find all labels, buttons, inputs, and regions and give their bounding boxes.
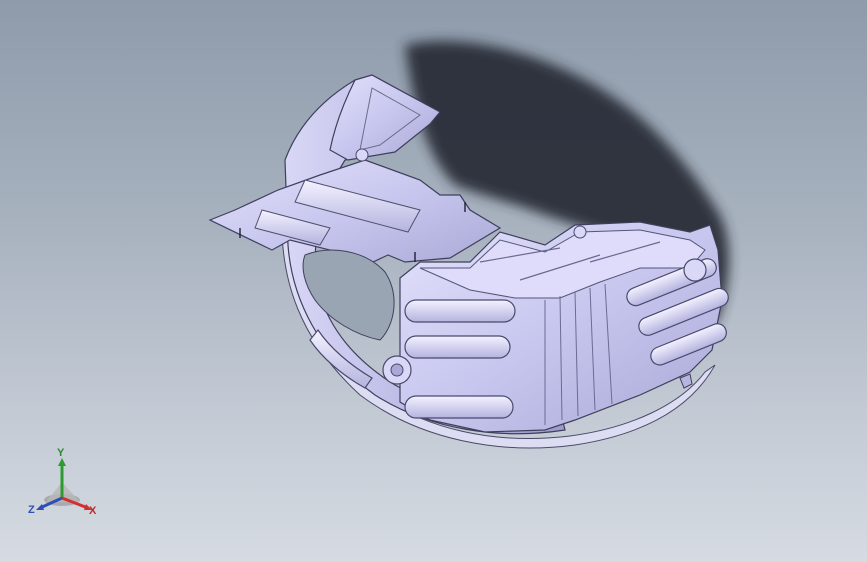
graphics-viewport[interactable]: Y X Z xyxy=(0,0,867,562)
slot-front-2 xyxy=(404,335,511,359)
triad-x-label: X xyxy=(89,505,97,517)
triad-y-label: Y xyxy=(57,447,65,459)
stud-center xyxy=(390,363,404,377)
reference-triad: Y X Z xyxy=(24,446,104,526)
slot-front-1 xyxy=(404,299,516,323)
slot-front-3 xyxy=(404,395,514,419)
triad-z-label: Z xyxy=(28,504,35,516)
stud-boss-right xyxy=(683,258,707,282)
stud-boss-top xyxy=(573,225,587,239)
stud-boss-rear xyxy=(355,148,369,162)
model-view[interactable] xyxy=(0,0,867,562)
